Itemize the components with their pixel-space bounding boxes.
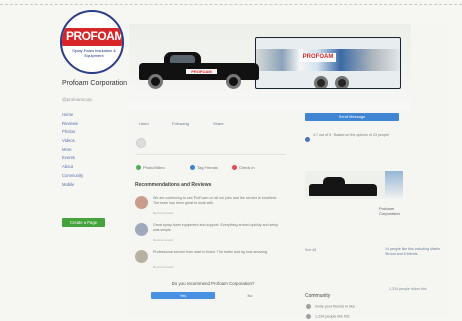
- tag-icon: [190, 165, 195, 171]
- logo-subtitle: Spray Foam Insulation & Equipment: [72, 48, 116, 58]
- review-text: We are continuing to use ProFoam on all …: [153, 196, 277, 205]
- community-row[interactable]: Invite your friends to like: [306, 304, 355, 309]
- tag-label: Tag Friends: [197, 165, 218, 170]
- review-item[interactable]: Professional service from start to finis…: [135, 248, 285, 272]
- composer-avatar[interactable]: [136, 138, 146, 148]
- send-message-button[interactable]: Send Message: [305, 113, 399, 121]
- review-text: Professional service from start to finis…: [153, 250, 268, 254]
- reviewer-avatar: [135, 196, 148, 209]
- review-meta: Recommended: [153, 211, 174, 215]
- like-summary: 14 people like this including Martin Str…: [385, 247, 440, 256]
- logo-text: PROFOAM: [66, 29, 124, 43]
- truck-decal: PROFOAM: [186, 69, 217, 74]
- nav-videos[interactable]: Videos: [62, 137, 122, 146]
- nav-reviews[interactable]: Reviews: [62, 120, 122, 129]
- truck-wheel-icon: [226, 74, 241, 89]
- like-button[interactable]: Liked: [139, 120, 149, 128]
- community-row[interactable]: 1,234 people like this: [306, 314, 350, 319]
- nav-community[interactable]: Community: [62, 172, 122, 181]
- review-item[interactable]: Great spray foam equipment and support. …: [135, 221, 285, 245]
- invite-icon: [306, 304, 311, 309]
- page-main: PROFOAM PROFOAM Liked Following Share Ph…: [129, 24, 450, 319]
- trailer-wheel-icon: [314, 76, 328, 88]
- recommendations-title: Recommendations and Reviews: [135, 182, 212, 188]
- tag-friends-button[interactable]: Tag Friends: [190, 164, 218, 172]
- profoam-logo[interactable]: PROFOAM Spray Foam Insulation & Equipmen…: [60, 10, 124, 74]
- video-thumbnail[interactable]: [305, 171, 403, 199]
- nav-home[interactable]: Home: [62, 111, 122, 120]
- nav-more[interactable]: More: [62, 146, 122, 155]
- truck-wheel-icon: [148, 74, 163, 89]
- truck-window: [170, 55, 195, 63]
- screenshot-frame: PROFOAM Spray Foam Insulation & Equipmen…: [0, 0, 462, 321]
- video-side-image: [385, 171, 403, 199]
- community-row-text: 1,234 people like this: [315, 314, 350, 319]
- rating-icon: [305, 137, 310, 142]
- left-sidebar: PROFOAM Spray Foam Insulation & Equipmen…: [58, 10, 128, 227]
- location-icon: [232, 165, 237, 171]
- photo-video-button[interactable]: Photo/Video: [136, 164, 165, 172]
- check-in-button[interactable]: Check in: [232, 164, 255, 172]
- nav-events[interactable]: Events: [62, 154, 122, 163]
- trailer-logo: PROFOAM: [300, 53, 336, 62]
- review-meta: Recommended: [153, 238, 174, 242]
- share-button[interactable]: Share: [213, 120, 224, 128]
- create-page-button[interactable]: Create a Page: [62, 218, 105, 227]
- nav-about[interactable]: About: [62, 163, 122, 172]
- recommendation-prompt: Do you recommend Profoam Corporation?: [171, 281, 255, 286]
- check-label: Check in: [239, 165, 255, 170]
- page-title: Profoam Corporation: [62, 80, 127, 87]
- right-column: Send Message 4.7 out of 5 · Based on the…: [305, 113, 440, 321]
- foam-rig-trailer: PROFOAM: [255, 37, 401, 89]
- black-pickup-truck: PROFOAM: [131, 52, 261, 89]
- photo-icon: [136, 165, 141, 171]
- video-page-tag: Profoam Corporation: [379, 206, 400, 216]
- composer-actions: Photo/Video Tag Friends Check in: [136, 164, 286, 172]
- reviewer-avatar: [135, 223, 148, 236]
- trailer-wheel-icon: [335, 76, 349, 88]
- nav-mobile[interactable]: Mobile: [62, 181, 122, 190]
- rating-summary-text: 4.7 out of 5 · Based on the opinion of 2…: [313, 133, 389, 137]
- rating-summary: 4.7 out of 5 · Based on the opinion of 2…: [305, 133, 399, 145]
- like-icon: [306, 314, 311, 319]
- review-text: Great spray foam equipment and support. …: [153, 223, 279, 232]
- page-navigation: Home Reviews Photos Videos More Events A…: [62, 111, 122, 189]
- community-row-text: Invite your friends to like: [315, 304, 355, 309]
- no-recommend-button[interactable]: No: [234, 292, 266, 299]
- composer-divider: [136, 154, 286, 155]
- top-dashed-border: [0, 4, 462, 5]
- nav-photos[interactable]: Photos: [62, 128, 122, 137]
- community-title: Community: [305, 293, 331, 299]
- cover-photo[interactable]: PROFOAM PROFOAM: [129, 24, 411, 110]
- review-item[interactable]: We are continuing to use ProFoam on all …: [135, 194, 285, 218]
- following-button[interactable]: Following: [172, 120, 189, 128]
- review-meta: Recommended: [153, 265, 174, 269]
- page-handle: @profoamcorp: [62, 97, 92, 102]
- yes-recommend-button[interactable]: Yes: [151, 292, 215, 299]
- see-all-link[interactable]: See All: [305, 248, 316, 252]
- video-truck: [309, 184, 377, 196]
- reviewer-avatar: [135, 250, 148, 263]
- follow-summary: 1,234 people follow this: [389, 287, 427, 291]
- photo-label: Photo/Video: [143, 165, 165, 170]
